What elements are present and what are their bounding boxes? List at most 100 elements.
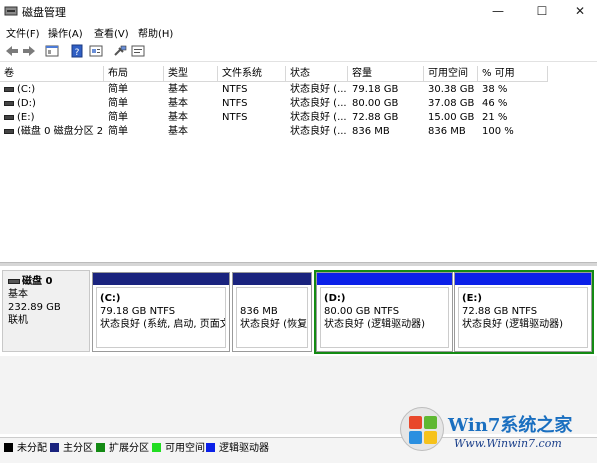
disk-name: 磁盘 0: [8, 275, 89, 288]
capacity-cell: 80.00 GB: [352, 98, 399, 109]
menu-help[interactable]: 帮助(H): [138, 25, 173, 40]
legend-swatch: [206, 443, 215, 452]
capacity-cell: 836 MB: [352, 126, 390, 137]
title-bar: 磁盘管理 — ☐ ✕: [0, 0, 597, 22]
partition-d[interactable]: (D:) 80.00 GB NTFS 状态良好 (逻辑驱动器): [316, 272, 453, 352]
partition-size: 836 MB: [240, 306, 278, 317]
percent-free-cell: 46 %: [482, 98, 508, 109]
volume-cell: (D:): [0, 97, 104, 111]
menu-action[interactable]: 操作(A): [48, 25, 83, 40]
layout-cell: 简单: [108, 84, 128, 95]
layout-cell: 简单: [108, 126, 128, 137]
status-cell: 状态良好 (...: [290, 126, 347, 137]
forward-arrow-icon[interactable]: [21, 43, 37, 59]
volume-cell: (C:): [0, 83, 104, 97]
partition-status: 状态良好 (逻辑驱动器): [324, 319, 425, 330]
column-header-status[interactable]: 状态: [286, 66, 348, 82]
console-tree-icon[interactable]: [44, 43, 60, 59]
column-header-filesystem[interactable]: 文件系统: [218, 66, 286, 82]
logical-drive-bar: [317, 273, 452, 285]
partition-size: 80.00 GB NTFS: [324, 306, 400, 317]
legend-logical-drive: 逻辑驱动器: [206, 443, 269, 455]
toolbar: ?: [0, 40, 597, 62]
volume-icon: [4, 86, 14, 92]
volume-cell: (磁盘 0 磁盘分区 2): [0, 125, 104, 139]
column-header-layout[interactable]: 布局: [104, 66, 164, 82]
primary-partition-bar: [93, 273, 229, 285]
legend-swatch: [50, 443, 59, 452]
legend-free-space: 可用空间: [152, 443, 205, 455]
watermark: Win7系统之家 Www.Winwin7.com: [400, 407, 592, 459]
partition-c[interactable]: (C:) 79.18 GB NTFS 状态良好 (系统, 启动, 页面文件: [92, 272, 230, 352]
legend-swatch: [4, 443, 13, 452]
windows-logo-icon: [400, 407, 444, 451]
disk-0-label[interactable]: 磁盘 0 基本 232.89 GB 联机: [2, 270, 90, 352]
menu-view[interactable]: 查看(V): [94, 25, 129, 40]
filesystem-cell: NTFS: [222, 98, 248, 109]
legend-swatch: [96, 443, 105, 452]
partition-recovery-body: 836 MB 状态良好 (恢复分: [236, 287, 308, 348]
free-space-cell: 30.38 GB: [428, 84, 475, 95]
disk-type: 基本: [8, 289, 28, 300]
type-cell: 基本: [168, 84, 188, 95]
settings-list-icon[interactable]: [130, 43, 146, 59]
disk-icon: [8, 278, 20, 284]
partition-recovery[interactable]: 836 MB 状态良好 (恢复分: [232, 272, 312, 352]
status-cell: 状态良好 (...: [290, 84, 347, 95]
percent-free-cell: 38 %: [482, 84, 508, 95]
free-space-cell: 37.08 GB: [428, 98, 475, 109]
partition-label: [240, 292, 304, 305]
column-header-volume[interactable]: 卷: [0, 66, 104, 82]
capacity-cell: 79.18 GB: [352, 84, 399, 95]
minimize-button[interactable]: —: [483, 0, 513, 22]
volume-list: 卷 布局 类型 文件系统 状态 容量 可用空间 % 可用 (C:) 简单 基本 …: [0, 66, 597, 262]
column-header-type[interactable]: 类型: [164, 66, 218, 82]
percent-free-cell: 100 %: [482, 126, 514, 137]
legend-extended: 扩展分区: [96, 443, 149, 455]
partition-d-body: (D:) 80.00 GB NTFS 状态良好 (逻辑驱动器): [320, 287, 449, 348]
primary-partition-bar: [233, 273, 311, 285]
legend-swatch: [152, 443, 161, 452]
status-cell: 状态良好 (...: [290, 98, 347, 109]
volume-icon: [4, 100, 14, 106]
close-button[interactable]: ✕: [565, 0, 595, 22]
layout-cell: 简单: [108, 98, 128, 109]
legend-unallocated: 未分配: [4, 443, 47, 455]
filesystem-cell: NTFS: [222, 112, 248, 123]
partition-size: 79.18 GB NTFS: [100, 306, 176, 317]
partition-status: 状态良好 (系统, 启动, 页面文件: [100, 319, 226, 330]
free-space-cell: 836 MB: [428, 126, 466, 137]
type-cell: 基本: [168, 98, 188, 109]
disk-size: 232.89 GB: [8, 302, 61, 313]
status-cell: 状态良好 (...: [290, 112, 347, 123]
column-header-free-space[interactable]: 可用空间: [424, 66, 478, 82]
column-header-capacity[interactable]: 容量: [348, 66, 424, 82]
partition-label: (D:): [324, 293, 346, 304]
partition-size: 72.88 GB NTFS: [462, 306, 538, 317]
watermark-url: Www.Winwin7.com: [454, 437, 562, 450]
layout-cell: 简单: [108, 112, 128, 123]
disk-status: 联机: [8, 315, 28, 326]
column-header-percent-free[interactable]: % 可用: [478, 66, 548, 82]
help-icon[interactable]: ?: [69, 43, 85, 59]
partition-c-body: (C:) 79.18 GB NTFS 状态良好 (系统, 启动, 页面文件: [96, 287, 226, 348]
free-space-cell: 15.00 GB: [428, 112, 475, 123]
maximize-button[interactable]: ☐: [527, 0, 557, 22]
watermark-title: Win7系统之家: [448, 415, 573, 436]
back-arrow-icon[interactable]: [4, 43, 20, 59]
partition-status: 状态良好 (恢复分: [240, 319, 308, 330]
window-title: 磁盘管理: [22, 6, 66, 19]
partition-e[interactable]: (E:) 72.88 GB NTFS 状态良好 (逻辑驱动器): [454, 272, 592, 352]
capacity-cell: 72.88 GB: [352, 112, 399, 123]
menu-file[interactable]: 文件(F): [6, 25, 40, 40]
partition-label: (C:): [100, 293, 121, 304]
volume-cell: (E:): [0, 111, 104, 125]
filesystem-cell: [218, 125, 286, 139]
properties-icon[interactable]: [88, 43, 104, 59]
partition-label: (E:): [462, 293, 482, 304]
svg-text:?: ?: [75, 48, 80, 58]
filesystem-cell: NTFS: [222, 84, 248, 95]
disk-management-icon: [4, 6, 18, 16]
connect-icon[interactable]: [112, 43, 128, 59]
percent-free-cell: 21 %: [482, 112, 508, 123]
